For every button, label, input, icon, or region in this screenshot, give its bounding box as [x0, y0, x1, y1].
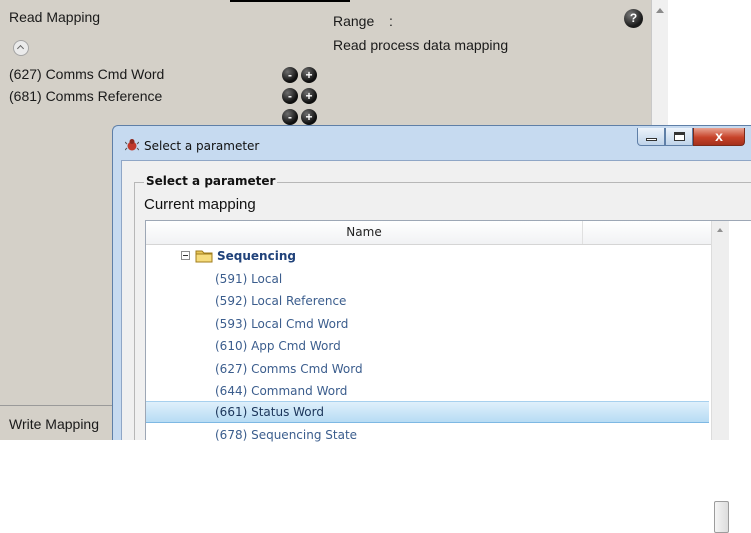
scrollbar-thumb[interactable] [714, 501, 729, 533]
tree-item[interactable]: (593) Local Cmd Word [146, 313, 709, 335]
close-button[interactable]: x [693, 128, 745, 146]
dialog-title: Select a parameter [144, 139, 260, 153]
add-param-icon[interactable]: + [301, 109, 317, 125]
range-colon: : [389, 13, 393, 29]
tree-item[interactable]: (610) App Cmd Word [146, 335, 709, 357]
tree-item-selected[interactable]: (661) Status Word [146, 401, 709, 423]
range-description: Read process data mapping [333, 37, 509, 53]
write-mapping-label: Write Mapping [9, 416, 100, 432]
tree-folder-sequencing[interactable]: Sequencing [146, 245, 709, 267]
column-header-name[interactable]: Name [146, 221, 583, 244]
maximize-button[interactable] [665, 128, 693, 146]
tree-item-label: (661) Status Word [215, 405, 324, 419]
tree-item-label: (644) Command Word [215, 384, 348, 398]
scroll-up-arrow-icon[interactable] [656, 8, 664, 13]
tree-item-label: (610) App Cmd Word [215, 339, 341, 353]
app-icon [125, 139, 139, 151]
column-header-empty[interactable] [583, 221, 711, 244]
select-parameter-dialog: Select a parameter x Select a parameter … [112, 125, 751, 533]
add-param-icon[interactable]: + [301, 67, 317, 83]
collapse-icon[interactable] [181, 251, 190, 260]
tree-item-label: (591) Local [215, 272, 283, 286]
remove-param-icon[interactable]: - [282, 109, 298, 125]
range-label: Range [333, 13, 375, 29]
help-icon[interactable]: ? [624, 9, 643, 28]
minimize-button[interactable] [637, 128, 665, 146]
parameter-tree[interactable]: Name Sequencing (591) Local (592) Local … [145, 220, 751, 533]
close-icon: x [715, 128, 723, 144]
tree-item-label: (627) Comms Cmd Word [215, 362, 363, 376]
add-param-icon[interactable]: + [301, 88, 317, 104]
tree-item-label: (592) Local Reference [215, 294, 347, 308]
mapped-param-627: (627) Comms Cmd Word [9, 66, 165, 82]
scroll-up-arrow-icon[interactable] [717, 228, 723, 232]
top-divider [230, 0, 350, 2]
tree-item[interactable]: (644) Command Word [146, 380, 709, 402]
collapse-section-icon[interactable] [13, 40, 29, 56]
folder-label: Sequencing [217, 249, 296, 263]
tree-item-label: (593) Local Cmd Word [215, 317, 349, 331]
group-caption: Select a parameter [144, 174, 278, 188]
current-mapping-label: Current mapping [144, 196, 256, 213]
tree-item[interactable]: (592) Local Reference [146, 290, 709, 312]
tree-item[interactable]: (627) Comms Cmd Word [146, 358, 709, 380]
mapped-param-681: (681) Comms Reference [9, 88, 163, 104]
remove-param-icon[interactable]: - [282, 67, 298, 83]
minimize-icon [646, 138, 657, 141]
folder-icon [195, 250, 213, 263]
tree-scrollbar[interactable] [711, 221, 729, 533]
tree-item[interactable]: (591) Local [146, 268, 709, 290]
read-mapping-label: Read Mapping [9, 9, 101, 25]
section-divider [0, 405, 112, 406]
maximize-icon [674, 132, 685, 141]
remove-param-icon[interactable]: - [282, 88, 298, 104]
dialog-content: Select a parameter Current mapping Name … [121, 160, 751, 533]
tree-item[interactable]: (678) Sequencing State [146, 424, 709, 446]
tree-column-header: Name [146, 221, 711, 245]
